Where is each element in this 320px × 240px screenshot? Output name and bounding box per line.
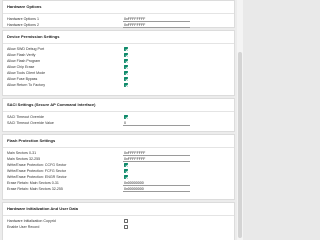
section-hardware-options: Hardware Options Hardware Options 1 0xFF… <box>2 0 235 28</box>
section-hardware-init: Hardware Initialization And User Data Ha… <box>2 202 235 240</box>
row-label: Allow Return To Factory <box>7 83 46 87</box>
row-hardware-options-2: Hardware Options 2 0xFFFFFFFF <box>3 22 234 28</box>
saci-timeout-override-checkbox[interactable] <box>124 114 128 119</box>
hardware-options-2-field[interactable]: 0xFFFFFFFF <box>123 23 190 28</box>
section-device-permission: Device Permission Settings Allow SWD Deb… <box>2 30 235 96</box>
row-enable-user-record: Enable User Record <box>3 224 234 230</box>
section-title: SACI Settings (Secure AP Command Interfa… <box>3 99 234 112</box>
row-label: Hardware Options 2 <box>7 23 39 27</box>
row-label: Erase Retain: Main Sectors 32-255 <box>7 187 63 191</box>
section-title: Hardware Options <box>3 1 234 14</box>
allow-chip-erase-checkbox[interactable] <box>124 64 128 69</box>
erase-retain-32-255-field[interactable]: 0x00000000 <box>123 187 190 192</box>
protection-engr-checkbox[interactable] <box>124 174 128 179</box>
scrollbar-thumb[interactable] <box>238 52 242 238</box>
allow-return-to-factory-checkbox[interactable] <box>124 82 128 87</box>
row-allow-return-to-factory: Allow Return To Factory <box>3 82 234 88</box>
enable-user-record-checkbox[interactable] <box>124 224 128 229</box>
section-saci: SACI Settings (Secure AP Command Interfa… <box>2 98 235 132</box>
row-label: Enable User Record <box>7 225 40 229</box>
section-title: Flash Protection Settings <box>3 135 234 148</box>
section-flash-protection: Flash Protection Settings Main Sectors 0… <box>2 134 235 200</box>
allow-swd-debug-port-checkbox[interactable] <box>124 46 128 51</box>
section-title: Device Permission Settings <box>3 31 234 44</box>
row-label: SACI Timeout Override Value <box>7 121 54 125</box>
allow-tools-client-mode-checkbox[interactable] <box>124 70 128 75</box>
section-title: Hardware Initialization And User Data <box>3 203 234 216</box>
settings-scroll-area: Hardware Options Hardware Options 1 0xFF… <box>0 0 237 240</box>
row-erase-retain-32-255: Erase Retain: Main Sectors 32-255 0x0000… <box>3 186 234 192</box>
allow-flash-program-checkbox[interactable] <box>124 58 128 63</box>
allow-fuse-bypass-checkbox[interactable] <box>124 76 128 81</box>
allow-flash-verify-checkbox[interactable] <box>124 52 128 57</box>
hardware-init-copyrid-checkbox[interactable] <box>124 218 128 223</box>
protection-fcfg-checkbox[interactable] <box>124 168 128 173</box>
saci-timeout-override-value-field[interactable]: 0 <box>123 121 190 126</box>
protection-ccfg-checkbox[interactable] <box>124 162 128 167</box>
vertical-scrollbar[interactable] <box>237 0 243 240</box>
row-saci-timeout-override-value: SACI Timeout Override Value 0 <box>3 120 234 126</box>
